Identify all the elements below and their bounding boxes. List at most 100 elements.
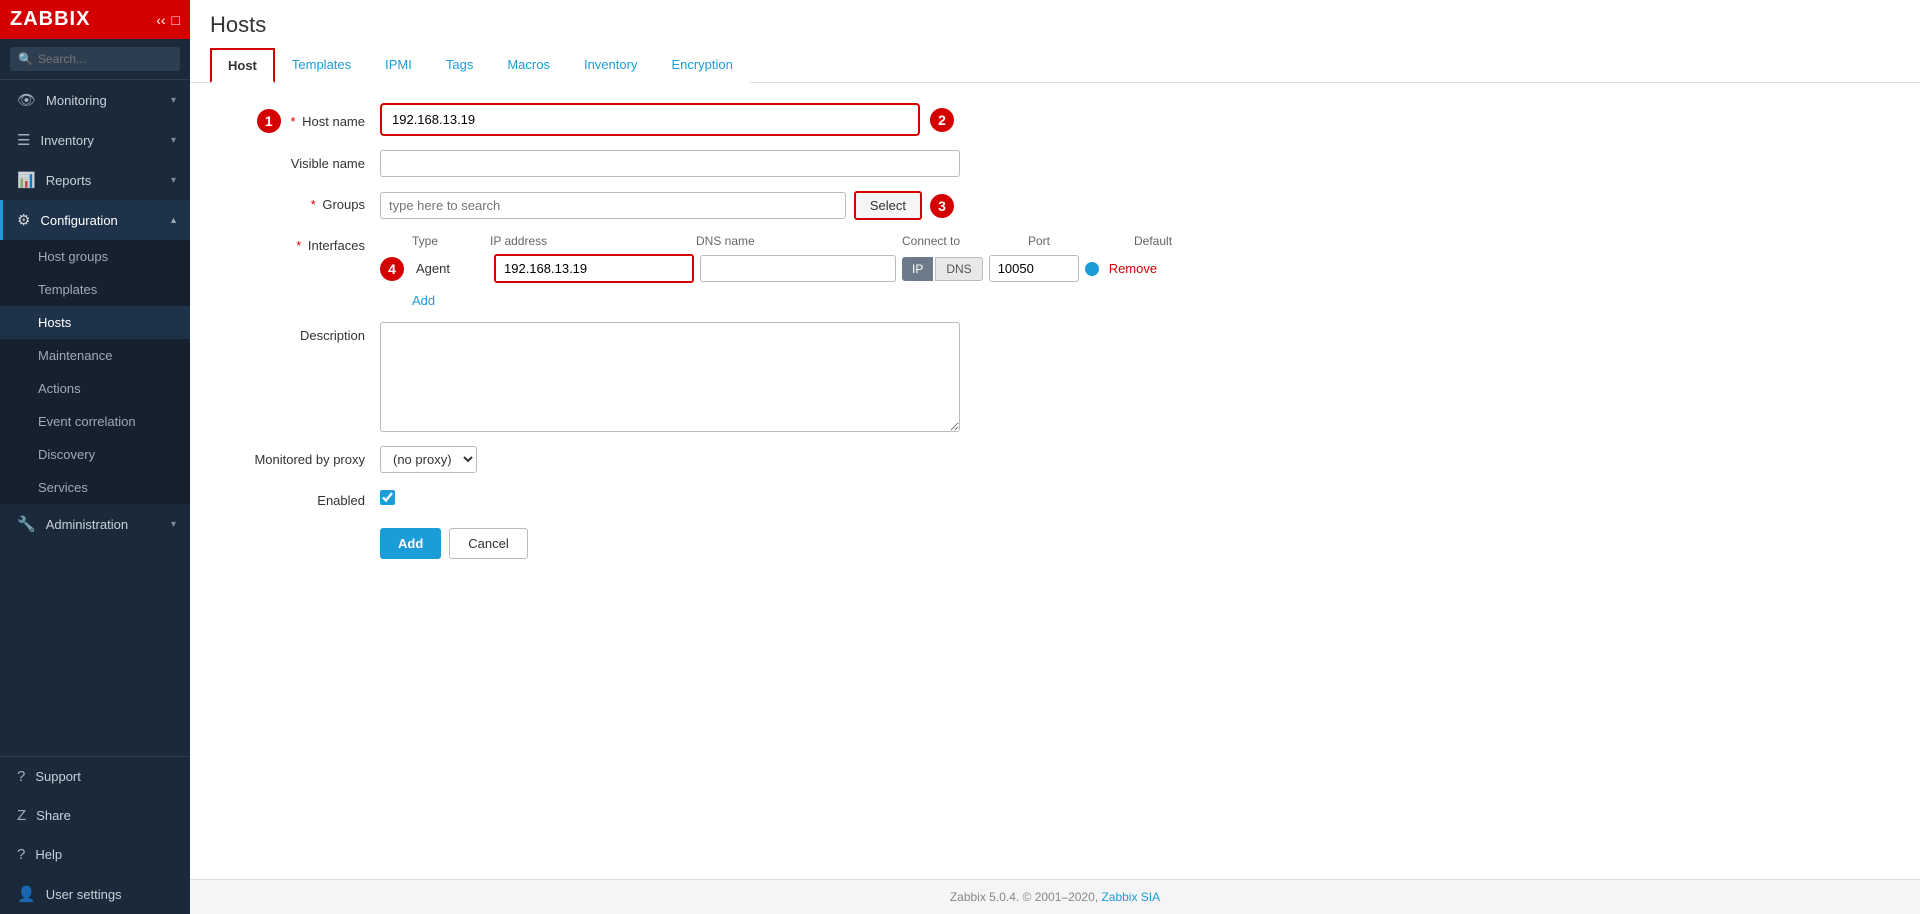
page-footer: Zabbix 5.0.4. © 2001–2020, Zabbix SIA xyxy=(190,879,1920,914)
inventory-icon: ☰ xyxy=(17,131,30,149)
sub-nav-label: Discovery xyxy=(38,447,95,462)
visible-name-input[interactable] xyxy=(380,150,960,177)
interface-port-input[interactable] xyxy=(989,255,1079,282)
enabled-checkbox-wrap xyxy=(380,487,395,505)
host-name-input[interactable] xyxy=(384,107,916,132)
sidebar-item-label: Support xyxy=(35,769,81,784)
connect-buttons: IP DNS xyxy=(902,257,983,281)
configuration-submenu: Host groups Templates Hosts Maintenance … xyxy=(0,240,190,504)
footer-link[interactable]: Zabbix SIA xyxy=(1101,890,1160,904)
tab-tags[interactable]: Tags xyxy=(429,48,490,83)
annotation-1: 1 xyxy=(257,109,281,133)
default-radio[interactable] xyxy=(1085,262,1099,276)
sidebar-item-user-settings[interactable]: 👤 User settings xyxy=(0,874,190,914)
sidebar-item-discovery[interactable]: Discovery xyxy=(0,438,190,471)
groups-label: * Groups xyxy=(220,191,380,212)
interfaces-row: * Interfaces Type IP address DNS name Co… xyxy=(220,234,1890,308)
tab-templates[interactable]: Templates xyxy=(275,48,368,83)
search-input[interactable] xyxy=(10,47,180,71)
col-ip-header: IP address xyxy=(490,234,690,248)
monitoring-icon: 👁 xyxy=(17,91,36,109)
col-dns-header: DNS name xyxy=(696,234,896,248)
add-interface-link[interactable]: Add xyxy=(412,293,435,308)
description-row: Description xyxy=(220,322,1890,432)
tab-host[interactable]: Host xyxy=(210,48,275,83)
collapse-icon[interactable]: ‹‹ xyxy=(156,12,165,28)
interface-row: 4 Agent IP DNS Remove xyxy=(380,254,1890,283)
proxy-select[interactable]: (no proxy) xyxy=(380,446,477,473)
sidebar-item-hosts[interactable]: Hosts xyxy=(0,306,190,339)
support-icon: ? xyxy=(17,768,25,785)
connect-dns-button[interactable]: DNS xyxy=(935,257,982,281)
col-default-header: Default xyxy=(1134,234,1214,248)
sub-nav-label: Actions xyxy=(38,381,81,396)
enabled-checkbox[interactable] xyxy=(380,490,395,505)
add-host-button[interactable]: Add xyxy=(380,528,441,559)
host-name-input-wrap: 2 xyxy=(380,103,960,136)
sidebar-item-templates[interactable]: Templates xyxy=(0,273,190,306)
groups-search-row: Select 3 xyxy=(380,191,960,220)
groups-search-input[interactable] xyxy=(380,192,846,219)
sidebar-item-event-correlation[interactable]: Event correlation xyxy=(0,405,190,438)
search-icon: 🔍 xyxy=(18,52,33,66)
chevron-down-icon: ▾ xyxy=(171,135,176,146)
host-name-row: 1 * Host name 2 xyxy=(220,103,1890,136)
chevron-up-icon: ▴ xyxy=(171,215,176,226)
enabled-label: Enabled xyxy=(220,487,380,508)
annotation-4: 4 xyxy=(380,257,404,281)
description-label: Description xyxy=(220,322,380,343)
footer-text: Zabbix 5.0.4. © 2001–2020, Zabbix SIA xyxy=(950,890,1160,904)
administration-icon: 🔧 xyxy=(17,515,36,533)
sidebar-item-reports[interactable]: 📊 Reports ▾ xyxy=(0,160,190,200)
sidebar-item-configuration[interactable]: ⚙ Configuration ▴ xyxy=(0,200,190,240)
sidebar-item-help[interactable]: ? Help xyxy=(0,835,190,874)
interface-ip-input[interactable] xyxy=(496,256,692,281)
groups-input-wrap: Select 3 xyxy=(380,191,960,220)
col-connect-header: Connect to xyxy=(902,234,1022,248)
tab-encryption[interactable]: Encryption xyxy=(654,48,749,83)
sidebar-item-host-groups[interactable]: Host groups xyxy=(0,240,190,273)
sub-nav-label: Event correlation xyxy=(38,414,136,429)
select-button[interactable]: Select xyxy=(854,191,922,220)
description-textarea[interactable] xyxy=(380,322,960,432)
sidebar-item-administration[interactable]: 🔧 Administration ▾ xyxy=(0,504,190,544)
reports-icon: 📊 xyxy=(17,171,36,189)
remove-interface-link[interactable]: Remove xyxy=(1109,261,1157,276)
configuration-icon: ⚙ xyxy=(17,211,30,229)
cancel-button[interactable]: Cancel xyxy=(449,528,527,559)
interface-ip-border xyxy=(494,254,694,283)
expand-icon[interactable]: □ xyxy=(172,12,180,28)
sidebar-item-maintenance[interactable]: Maintenance xyxy=(0,339,190,372)
help-icon: ? xyxy=(17,846,25,863)
sub-nav-label: Hosts xyxy=(38,315,71,330)
col-port-header: Port xyxy=(1028,234,1128,248)
sub-nav-label: Services xyxy=(38,480,88,495)
host-name-border-box xyxy=(380,103,920,136)
sidebar-item-support[interactable]: ? Support xyxy=(0,757,190,796)
sidebar-item-label: User settings xyxy=(46,887,122,902)
sidebar-item-actions[interactable]: Actions xyxy=(0,372,190,405)
tab-macros[interactable]: Macros xyxy=(490,48,567,83)
sidebar-bottom: ? Support Z Share ? Help 👤 User settings xyxy=(0,756,190,914)
logo-icons: ‹‹ □ xyxy=(156,12,180,28)
sidebar-item-label: Inventory xyxy=(40,133,93,148)
sidebar-item-label: Configuration xyxy=(40,213,117,228)
sidebar-item-share[interactable]: Z Share xyxy=(0,796,190,835)
interfaces-label: * Interfaces xyxy=(220,234,380,253)
logo-text: ZABBIX xyxy=(10,8,90,31)
tab-inventory[interactable]: Inventory xyxy=(567,48,654,83)
sidebar-item-monitoring[interactable]: 👁 Monitoring ▾ xyxy=(0,80,190,120)
nav-section: 👁 Monitoring ▾ ☰ Inventory ▾ 📊 Reports ▾… xyxy=(0,80,190,544)
sidebar-logo: ZABBIX ‹‹ □ xyxy=(0,0,190,39)
connect-ip-button[interactable]: IP xyxy=(902,257,933,281)
col-type-header: Type xyxy=(412,234,484,248)
sidebar-item-services[interactable]: Services xyxy=(0,471,190,504)
tab-ipmi[interactable]: IPMI xyxy=(368,48,429,83)
visible-name-input-wrap xyxy=(380,150,960,177)
form-actions: Add Cancel xyxy=(220,528,1890,559)
proxy-row: Monitored by proxy (no proxy) xyxy=(220,446,1890,473)
sidebar-search-area: 🔍 xyxy=(0,39,190,80)
proxy-label: Monitored by proxy xyxy=(220,446,380,467)
interface-dns-input[interactable] xyxy=(700,255,896,282)
sidebar-item-inventory[interactable]: ☰ Inventory ▾ xyxy=(0,120,190,160)
